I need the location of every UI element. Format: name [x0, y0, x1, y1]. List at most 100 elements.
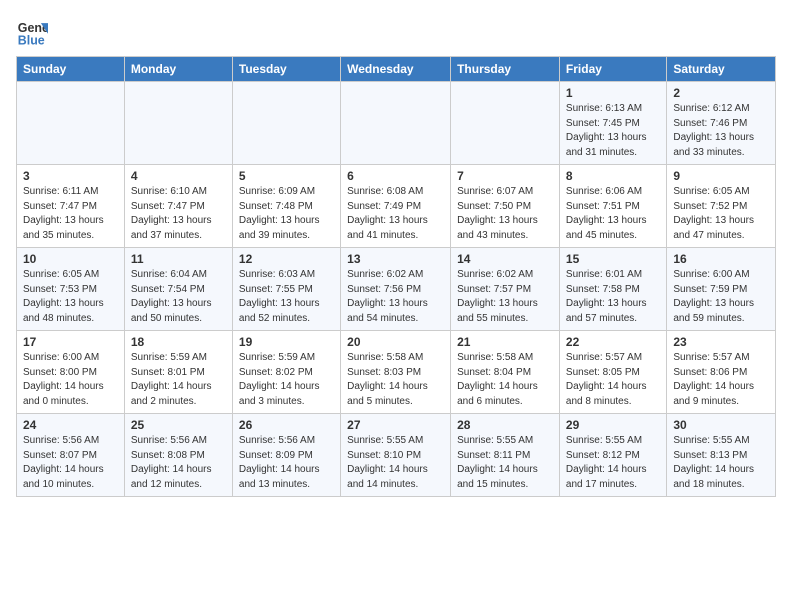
day-info: Sunrise: 5:58 AM Sunset: 8:03 PM Dayligh…	[347, 351, 444, 409]
calendar-cell: 18 Sunrise: 5:59 AM Sunset: 8:01 PM Dayli…	[124, 331, 232, 414]
day-number: 16	[673, 252, 769, 266]
day-info: Sunrise: 6:07 AM Sunset: 7:50 PM Dayligh…	[457, 185, 553, 243]
calendar-cell: 21 Sunrise: 5:58 AM Sunset: 8:04 PM Dayli…	[451, 331, 560, 414]
calendar-cell: 19 Sunrise: 5:59 AM Sunset: 8:02 PM Dayli…	[232, 331, 340, 414]
day-number: 26	[239, 418, 334, 432]
header-wednesday: Wednesday	[341, 57, 451, 82]
calendar-cell: 13 Sunrise: 6:02 AM Sunset: 7:56 PM Dayli…	[341, 248, 451, 331]
page-header: General Blue	[16, 16, 776, 48]
day-info: Sunrise: 5:55 AM Sunset: 8:12 PM Dayligh…	[566, 434, 660, 492]
calendar-week-5: 24 Sunrise: 5:56 AM Sunset: 8:07 PM Dayli…	[17, 414, 776, 497]
header-friday: Friday	[559, 57, 666, 82]
day-info: Sunrise: 6:03 AM Sunset: 7:55 PM Dayligh…	[239, 268, 334, 326]
day-info: Sunrise: 6:08 AM Sunset: 7:49 PM Dayligh…	[347, 185, 444, 243]
calendar-cell: 2 Sunrise: 6:12 AM Sunset: 7:46 PM Daylig…	[667, 82, 776, 165]
calendar-cell: 27 Sunrise: 5:55 AM Sunset: 8:10 PM Dayli…	[341, 414, 451, 497]
calendar-cell: 29 Sunrise: 5:55 AM Sunset: 8:12 PM Dayli…	[559, 414, 666, 497]
day-info: Sunrise: 5:59 AM Sunset: 8:02 PM Dayligh…	[239, 351, 334, 409]
day-info: Sunrise: 5:57 AM Sunset: 8:06 PM Dayligh…	[673, 351, 769, 409]
day-info: Sunrise: 6:05 AM Sunset: 7:53 PM Dayligh…	[23, 268, 118, 326]
day-number: 13	[347, 252, 444, 266]
calendar-cell: 9Sunrise: 6:05 AM Sunset: 7:52 PM Daylig…	[667, 165, 776, 248]
day-info: Sunrise: 6:00 AM Sunset: 7:59 PM Dayligh…	[673, 268, 769, 326]
calendar-week-2: 3 Sunrise: 6:11 AM Sunset: 7:47 PM Daylig…	[17, 165, 776, 248]
day-info: Sunrise: 5:59 AM Sunset: 8:01 PM Dayligh…	[131, 351, 226, 409]
day-info: Sunrise: 6:06 AM Sunset: 7:51 PM Dayligh…	[566, 185, 660, 243]
day-info: Sunrise: 6:12 AM Sunset: 7:46 PM Dayligh…	[673, 102, 769, 160]
day-number: 7	[457, 169, 553, 183]
day-info: Sunrise: 6:10 AM Sunset: 7:47 PM Dayligh…	[131, 185, 226, 243]
day-number: 29	[566, 418, 660, 432]
day-number: 6	[347, 169, 444, 183]
day-number: 18	[131, 335, 226, 349]
header-thursday: Thursday	[451, 57, 560, 82]
day-info: Sunrise: 5:57 AM Sunset: 8:05 PM Dayligh…	[566, 351, 660, 409]
svg-text:Blue: Blue	[18, 33, 45, 47]
header-tuesday: Tuesday	[232, 57, 340, 82]
calendar-week-4: 17Sunrise: 6:00 AM Sunset: 8:00 PM Dayli…	[17, 331, 776, 414]
calendar-cell: 5 Sunrise: 6:09 AM Sunset: 7:48 PM Daylig…	[232, 165, 340, 248]
day-info: Sunrise: 5:56 AM Sunset: 8:09 PM Dayligh…	[239, 434, 334, 492]
calendar-cell: 12Sunrise: 6:03 AM Sunset: 7:55 PM Dayli…	[232, 248, 340, 331]
day-number: 30	[673, 418, 769, 432]
calendar-cell	[124, 82, 232, 165]
header-saturday: Saturday	[667, 57, 776, 82]
day-info: Sunrise: 5:55 AM Sunset: 8:11 PM Dayligh…	[457, 434, 553, 492]
calendar-cell: 6 Sunrise: 6:08 AM Sunset: 7:49 PM Daylig…	[341, 165, 451, 248]
calendar-cell: 24 Sunrise: 5:56 AM Sunset: 8:07 PM Dayli…	[17, 414, 125, 497]
calendar-cell: 26 Sunrise: 5:56 AM Sunset: 8:09 PM Dayli…	[232, 414, 340, 497]
calendar-cell: 15 Sunrise: 6:01 AM Sunset: 7:58 PM Dayli…	[559, 248, 666, 331]
calendar-cell	[451, 82, 560, 165]
day-info: Sunrise: 6:04 AM Sunset: 7:54 PM Dayligh…	[131, 268, 226, 326]
logo-icon: General Blue	[16, 16, 48, 48]
calendar-cell: 25Sunrise: 5:56 AM Sunset: 8:08 PM Dayli…	[124, 414, 232, 497]
day-number: 15	[566, 252, 660, 266]
day-info: Sunrise: 5:55 AM Sunset: 8:10 PM Dayligh…	[347, 434, 444, 492]
day-number: 4	[131, 169, 226, 183]
day-info: Sunrise: 6:02 AM Sunset: 7:56 PM Dayligh…	[347, 268, 444, 326]
calendar-cell: 3 Sunrise: 6:11 AM Sunset: 7:47 PM Daylig…	[17, 165, 125, 248]
day-number: 28	[457, 418, 553, 432]
calendar-cell: 16 Sunrise: 6:00 AM Sunset: 7:59 PM Dayli…	[667, 248, 776, 331]
day-number: 10	[23, 252, 118, 266]
calendar-cell: 17Sunrise: 6:00 AM Sunset: 8:00 PM Dayli…	[17, 331, 125, 414]
calendar-cell: 11 Sunrise: 6:04 AM Sunset: 7:54 PM Dayli…	[124, 248, 232, 331]
day-info: Sunrise: 5:56 AM Sunset: 8:08 PM Dayligh…	[131, 434, 226, 492]
calendar-cell: 10 Sunrise: 6:05 AM Sunset: 7:53 PM Dayli…	[17, 248, 125, 331]
day-number: 11	[131, 252, 226, 266]
calendar-header-row: SundayMondayTuesdayWednesdayThursdayFrid…	[17, 57, 776, 82]
calendar-cell	[232, 82, 340, 165]
day-info: Sunrise: 5:58 AM Sunset: 8:04 PM Dayligh…	[457, 351, 553, 409]
day-number: 17	[23, 335, 118, 349]
day-number: 14	[457, 252, 553, 266]
calendar-cell: 20 Sunrise: 5:58 AM Sunset: 8:03 PM Dayli…	[341, 331, 451, 414]
day-info: Sunrise: 6:02 AM Sunset: 7:57 PM Dayligh…	[457, 268, 553, 326]
header-sunday: Sunday	[17, 57, 125, 82]
calendar-cell: 8 Sunrise: 6:06 AM Sunset: 7:51 PM Daylig…	[559, 165, 666, 248]
calendar-cell: 28 Sunrise: 5:55 AM Sunset: 8:11 PM Dayli…	[451, 414, 560, 497]
day-number: 21	[457, 335, 553, 349]
day-number: 19	[239, 335, 334, 349]
day-info: Sunrise: 5:56 AM Sunset: 8:07 PM Dayligh…	[23, 434, 118, 492]
day-number: 2	[673, 86, 769, 100]
day-number: 8	[566, 169, 660, 183]
calendar-cell: 1Sunrise: 6:13 AM Sunset: 7:45 PM Daylig…	[559, 82, 666, 165]
day-number: 5	[239, 169, 334, 183]
day-number: 23	[673, 335, 769, 349]
calendar-table: SundayMondayTuesdayWednesdayThursdayFrid…	[16, 56, 776, 497]
day-number: 24	[23, 418, 118, 432]
calendar-cell: 23 Sunrise: 5:57 AM Sunset: 8:06 PM Dayli…	[667, 331, 776, 414]
day-info: Sunrise: 6:13 AM Sunset: 7:45 PM Dayligh…	[566, 102, 660, 160]
calendar-cell: 30Sunrise: 5:55 AM Sunset: 8:13 PM Dayli…	[667, 414, 776, 497]
logo: General Blue	[16, 16, 52, 48]
day-info: Sunrise: 6:01 AM Sunset: 7:58 PM Dayligh…	[566, 268, 660, 326]
day-number: 20	[347, 335, 444, 349]
calendar-week-3: 10 Sunrise: 6:05 AM Sunset: 7:53 PM Dayli…	[17, 248, 776, 331]
day-info: Sunrise: 6:09 AM Sunset: 7:48 PM Dayligh…	[239, 185, 334, 243]
calendar-cell: 14 Sunrise: 6:02 AM Sunset: 7:57 PM Dayli…	[451, 248, 560, 331]
day-number: 9	[673, 169, 769, 183]
day-number: 3	[23, 169, 118, 183]
calendar-cell: 22Sunrise: 5:57 AM Sunset: 8:05 PM Dayli…	[559, 331, 666, 414]
day-number: 27	[347, 418, 444, 432]
day-info: Sunrise: 6:11 AM Sunset: 7:47 PM Dayligh…	[23, 185, 118, 243]
